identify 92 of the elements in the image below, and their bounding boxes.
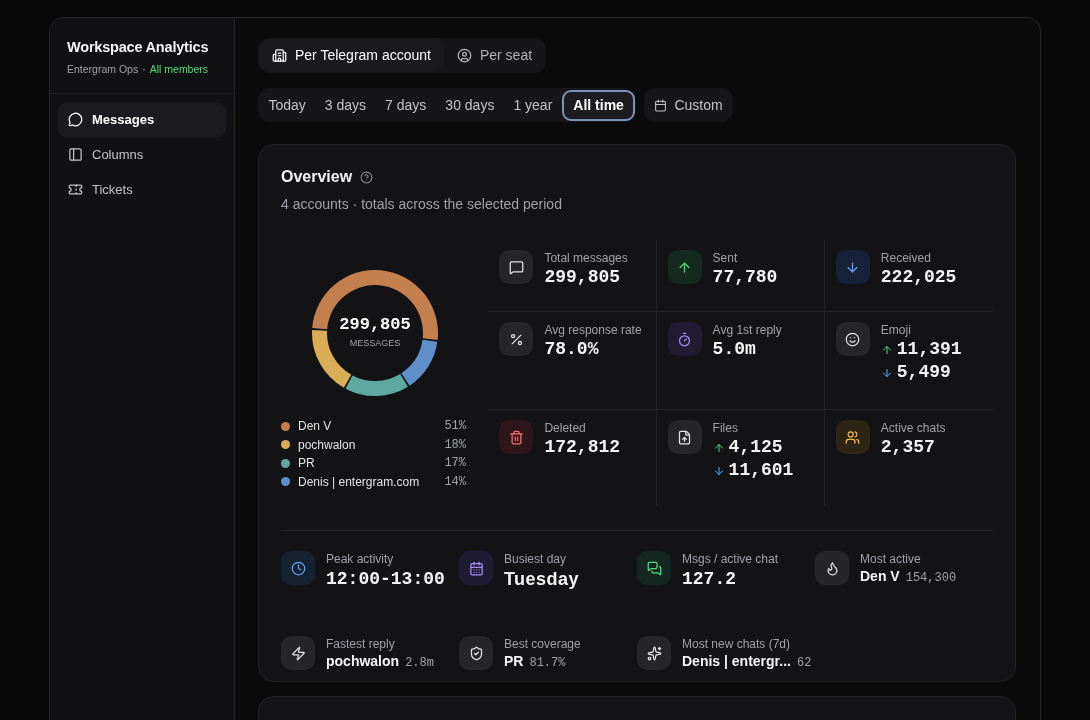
legend-share: 18% (444, 436, 466, 454)
stat-value: 222,025 (880, 266, 957, 289)
stat-value: 11,601 (728, 459, 794, 482)
users-icon (845, 429, 861, 445)
stat-label: Sent (712, 250, 739, 266)
message-icon (508, 259, 524, 275)
stat-value: 299,805 (544, 266, 622, 289)
highlight-value: Den V (860, 567, 900, 585)
workspace-name: Entergram Ops (67, 61, 139, 77)
arrow-up-icon (712, 441, 725, 454)
highlight-value: pochwalon (326, 652, 400, 670)
stat-value: 5.0m (712, 338, 757, 361)
legend-share: 14% (444, 473, 466, 491)
highlight-label: Best coverage (504, 636, 581, 652)
shield-icon (468, 645, 484, 661)
sidebar-item[interactable]: Tickets (58, 172, 226, 207)
highlight-label: Peak activity (326, 551, 395, 567)
highlight-label: Most new chats (7d) (682, 636, 792, 652)
stat-label: Active chats (880, 420, 946, 436)
stat-value: 2,357 (880, 436, 936, 459)
stopwatch-icon (677, 331, 693, 347)
donut-total: 299,805 (339, 315, 411, 333)
sparkles-icon (646, 645, 662, 661)
flame-icon (824, 560, 840, 576)
arrow-down-icon (880, 366, 893, 379)
calendar-icon (654, 98, 668, 112)
stat-value: 172,812 (544, 436, 621, 459)
arrow-down-icon (712, 464, 725, 477)
stat-label: Emoji (880, 322, 912, 338)
stat-label: Deleted (544, 420, 587, 436)
scope-link[interactable]: All members (149, 61, 209, 78)
legend-label: Denis | entergram.com (298, 473, 421, 491)
chat-bubbles-icon (646, 560, 662, 576)
highlight-label: Msgs / active chat (682, 551, 779, 567)
legend-label: PR (298, 455, 316, 473)
highlight-value: 12:00-13:00 (326, 568, 445, 591)
legend-label: pochwalon (298, 436, 357, 454)
range-tab[interactable]: 1 year (504, 89, 562, 121)
percent-icon (508, 331, 524, 347)
range-tab[interactable]: 30 days (436, 89, 504, 121)
sidebar-item[interactable]: Columns (58, 137, 226, 172)
mode-tab[interactable]: Per seat (443, 39, 546, 72)
legend-label: Den V (298, 418, 333, 436)
highlight-label: Busiest day (504, 551, 568, 567)
highlight-note: 62 (796, 655, 812, 672)
mode-tab[interactable]: Per Telegram account (259, 39, 444, 72)
sidebar-item[interactable]: Messages (58, 102, 226, 137)
highlight-value: 127.2 (682, 568, 737, 591)
highlight-label: Fastest reply (326, 636, 396, 652)
stat-value: 5,499 (896, 361, 951, 384)
stat-value: 4,125 (728, 436, 783, 459)
card-subtitle: 4 accounts · totals across the selected period (281, 195, 563, 214)
highlight-value: Tuesday (504, 568, 579, 591)
stat-label: Avg response rate (544, 322, 642, 338)
file-icon (677, 429, 693, 445)
stat-value: 77,780 (712, 266, 778, 289)
range-tab[interactable]: 3 days (315, 89, 376, 121)
range-tab[interactable]: All time (562, 89, 635, 121)
ticket-icon (68, 182, 83, 197)
lightning-icon (290, 645, 306, 661)
stat-value: 11,391 (896, 338, 962, 361)
clock-icon (290, 560, 306, 576)
highlight-label: Most active (860, 551, 922, 567)
range-tab[interactable]: Today (259, 89, 315, 121)
help-icon[interactable] (360, 170, 374, 184)
panel-icon (68, 147, 83, 162)
highlight-value: Denis | entergr... (682, 652, 791, 670)
stat-label: Total messages (544, 250, 628, 266)
custom-range-button[interactable]: Custom (644, 88, 733, 122)
stat-label: Avg 1st reply (712, 322, 782, 338)
donut-caption: MESSAGES (349, 336, 401, 350)
smile-icon (845, 331, 861, 347)
stat-label: Files (712, 420, 739, 436)
sidebar-title: Workspace Analytics (67, 38, 210, 57)
range-tab[interactable]: 7 days (376, 89, 436, 121)
legend-share: 51% (444, 418, 466, 436)
building-icon (272, 48, 287, 63)
arrow-up-icon (880, 343, 893, 356)
legend-share: 17% (444, 455, 466, 473)
arrow-down-icon (845, 259, 861, 275)
card-title: Overview (281, 167, 353, 187)
chat-bubble-icon (68, 112, 83, 127)
stat-value: 78.0% (544, 338, 600, 361)
highlight-note: 81.7% (529, 655, 566, 672)
highlight-value: PR (504, 652, 524, 670)
calendar-icon (468, 560, 484, 576)
highlight-note: 154,300 (905, 570, 957, 587)
trash-icon (508, 429, 524, 445)
user-circle-icon (456, 48, 472, 63)
separator-dot: · (142, 61, 146, 77)
stat-label: Received (880, 250, 932, 266)
highlight-note: 2.8m (405, 655, 434, 672)
